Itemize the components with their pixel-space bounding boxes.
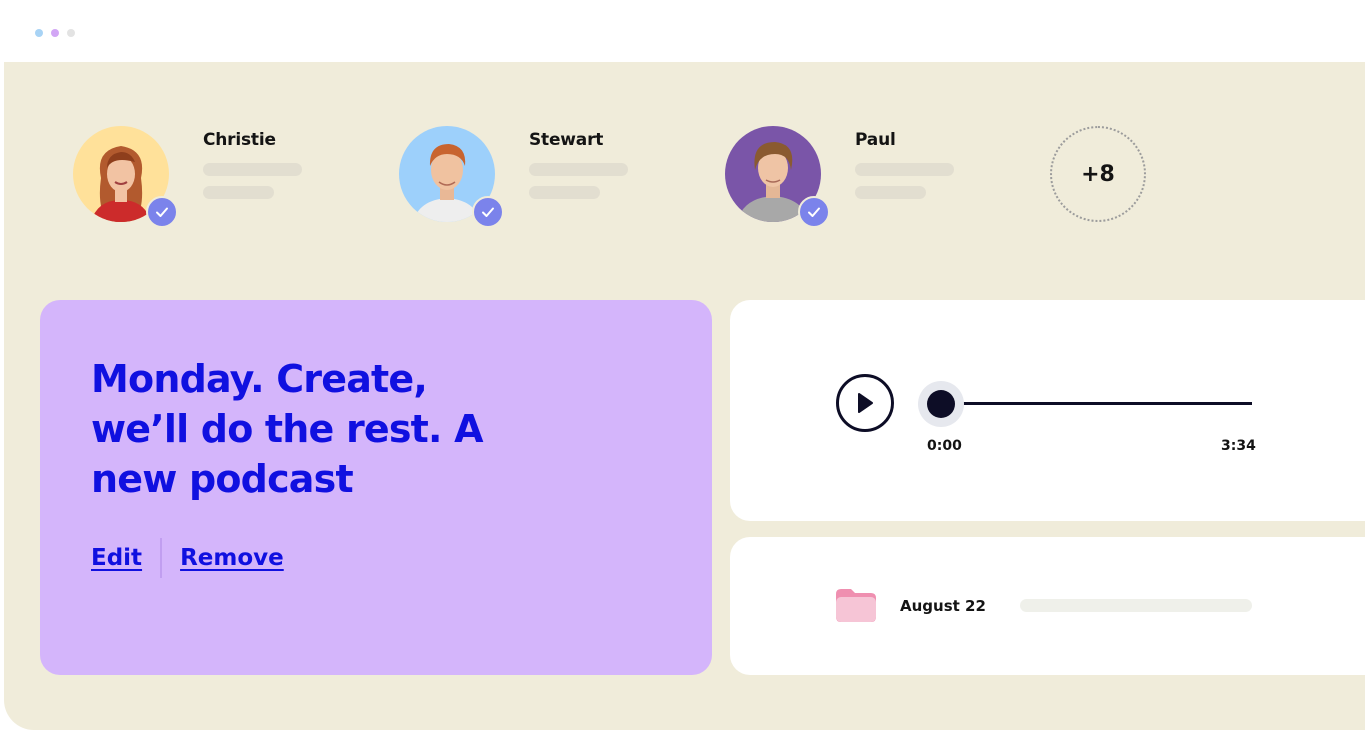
podcast-card: Monday. Create, we’ll do the rest. A new… [40, 300, 712, 675]
progress-knob[interactable] [927, 390, 955, 418]
window-controls [35, 29, 75, 37]
placeholder-line [1020, 599, 1252, 612]
play-icon [858, 393, 873, 413]
verified-check-icon [798, 196, 830, 228]
play-button[interactable] [836, 374, 894, 432]
placeholder-line [203, 186, 274, 199]
window-dot-3 [67, 29, 75, 37]
more-members-badge[interactable]: +8 [1050, 126, 1146, 222]
verified-check-icon [146, 196, 178, 228]
placeholder-line [203, 163, 302, 176]
window-dot-2 [51, 29, 59, 37]
member-name: Paul [855, 130, 896, 150]
member-name: Stewart [529, 130, 604, 150]
placeholder-line [529, 186, 600, 199]
folder-icon [836, 589, 876, 622]
workspace-canvas: Christie Stewart Paul +8 Monday. Create,… [4, 62, 1365, 730]
team-member-stewart[interactable]: Stewart [399, 126, 719, 236]
total-time: 3:34 [1221, 438, 1256, 454]
member-name: Christie [203, 130, 276, 150]
file-date: August 22 [900, 597, 986, 615]
podcast-actions: Edit Remove [91, 538, 284, 578]
progress-track[interactable] [940, 402, 1252, 405]
verified-check-icon [472, 196, 504, 228]
placeholder-line [855, 186, 926, 199]
window-dot-1 [35, 29, 43, 37]
edit-link[interactable]: Edit [91, 545, 142, 571]
file-card: August 22 [730, 537, 1365, 675]
current-time: 0:00 [927, 438, 962, 454]
placeholder-line [529, 163, 628, 176]
divider [160, 538, 163, 578]
remove-link[interactable]: Remove [180, 545, 284, 571]
audio-player-card: 0:00 3:34 [730, 300, 1365, 521]
team-member-christie[interactable]: Christie [73, 126, 393, 236]
podcast-title: Monday. Create, we’ll do the rest. A new… [91, 357, 484, 501]
placeholder-line [855, 163, 954, 176]
team-member-paul[interactable]: Paul [725, 126, 1045, 236]
